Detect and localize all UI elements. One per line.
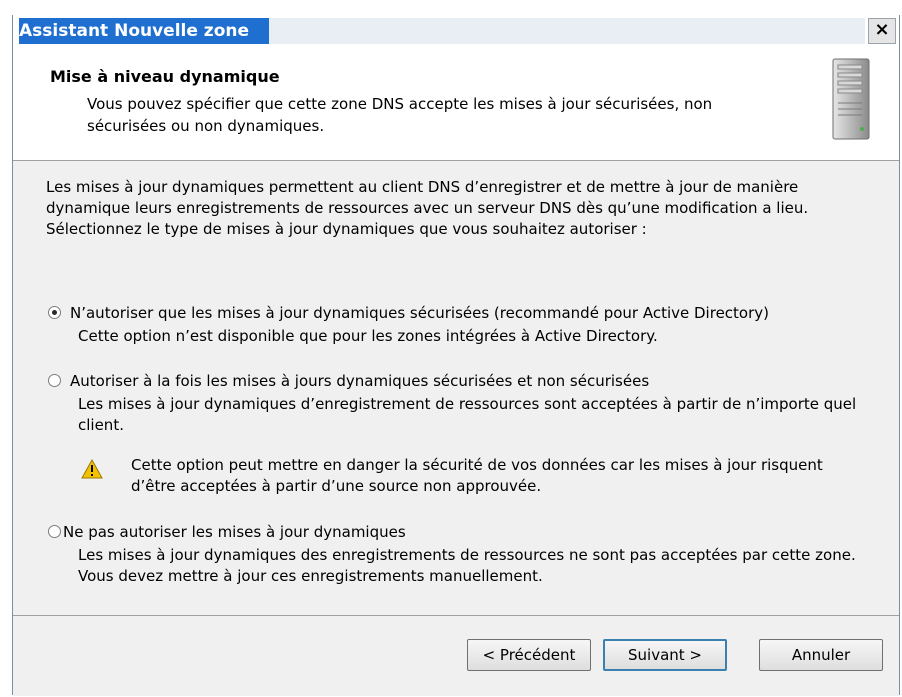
option-label[interactable]: Autoriser à la fois les mises à jours dy…: [70, 371, 649, 392]
title-bar-background: [269, 18, 865, 44]
radio-secure-and-nonsecure[interactable]: [48, 374, 61, 387]
title-bar[interactable]: Assistant Nouvelle zone ×: [13, 15, 899, 49]
wizard-body: Les mises à jour dynamiques permettent a…: [13, 161, 899, 615]
page-title: Mise à niveau dynamique: [50, 67, 280, 86]
warning-icon: [81, 459, 103, 479]
intro-prompt: Sélectionnez le type de mises à jour dyn…: [46, 220, 647, 238]
cancel-button[interactable]: Annuler: [759, 639, 883, 671]
radio-secure-only[interactable]: [48, 306, 61, 319]
option-description: Cette option n’est disponible que pour l…: [78, 327, 658, 345]
option-description: Les mises à jour dynamiques d’enregistre…: [78, 395, 857, 434]
option-label[interactable]: Ne pas autoriser les mises à jour dynami…: [63, 522, 406, 543]
page-subtitle: Vous pouvez spécifier que cette zone DNS…: [87, 95, 713, 135]
window-title: Assistant Nouvelle zone: [19, 18, 269, 44]
option-label[interactable]: N’autoriser que les mises à jour dynamiq…: [70, 303, 769, 324]
server-icon: [832, 58, 870, 140]
wizard-footer: < Précédent Suivant > Annuler: [13, 615, 899, 696]
wizard-header: Mise à niveau dynamique Vous pouvez spéc…: [13, 49, 899, 161]
intro-paragraph: Les mises à jour dynamiques permettent a…: [46, 178, 809, 217]
next-button[interactable]: Suivant >: [603, 639, 727, 671]
warning-text: Cette option peut mettre en danger la sé…: [131, 456, 823, 495]
back-button[interactable]: < Précédent: [467, 639, 591, 671]
wizard-window: Assistant Nouvelle zone × Mise à niveau …: [12, 15, 900, 696]
radio-no-dynamic[interactable]: [48, 525, 61, 538]
close-button[interactable]: ×: [868, 18, 896, 44]
intro-text: Les mises à jour dynamiques permettent a…: [46, 177, 866, 240]
option-description: Les mises à jour dynamiques des enregist…: [78, 546, 856, 585]
